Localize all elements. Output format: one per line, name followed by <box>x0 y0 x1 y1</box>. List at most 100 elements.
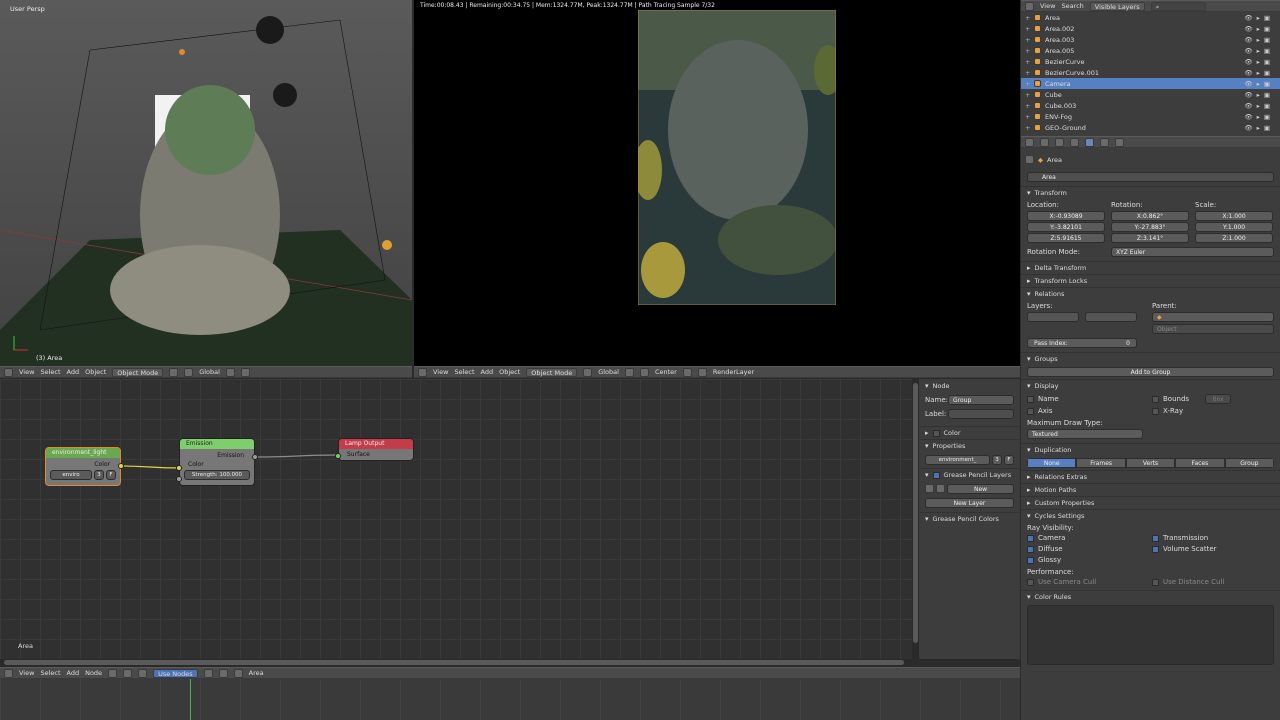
outliner-item[interactable]: + BezierCurve 👁▸▣ <box>1021 56 1280 67</box>
display-panel-header[interactable]: Display <box>1021 379 1280 392</box>
group-users[interactable]: 3 <box>94 470 104 480</box>
proportional-icon[interactable] <box>639 367 649 377</box>
editor-type-icon[interactable] <box>4 668 13 678</box>
layer-buttons-1[interactable] <box>1027 312 1079 322</box>
scene-tab-icon[interactable] <box>1055 137 1064 147</box>
lamp-output-node[interactable]: Lamp Output Surface <box>335 438 414 461</box>
max-draw-dropdown[interactable]: Textured <box>1027 429 1143 439</box>
editor-type-icon[interactable] <box>1025 137 1034 147</box>
xray-checkbox[interactable] <box>1152 407 1159 415</box>
camera-icon[interactable] <box>682 367 692 377</box>
distance-cull-option[interactable]: Use Distance Cull <box>1152 578 1272 586</box>
relations-panel-header[interactable]: Relations <box>1021 287 1280 300</box>
gp-new-layer-button[interactable]: New Layer <box>925 498 1014 508</box>
menu-select[interactable]: Select <box>40 368 60 376</box>
visibility-icons[interactable]: 👁▸▣ <box>1244 69 1274 77</box>
editor-type-icon[interactable] <box>418 367 427 377</box>
parent-type-field[interactable]: Object <box>1152 324 1274 334</box>
emission-strength-socket[interactable] <box>176 476 182 482</box>
camera-visibility[interactable]: Camera <box>1027 534 1152 542</box>
scale-z[interactable]: Z: 1.000 <box>1195 233 1273 243</box>
scale-y[interactable]: Y: 1.000 <box>1195 222 1273 232</box>
pin-icon[interactable] <box>203 668 213 678</box>
node-color-panel[interactable]: Color <box>919 426 1020 439</box>
menu-select[interactable]: Select <box>40 669 60 677</box>
camera-checkbox[interactable] <box>1027 534 1034 542</box>
rotation-y[interactable]: Y: -27.883° <box>1111 222 1189 232</box>
menu-view[interactable]: View <box>433 368 448 376</box>
timeline[interactable] <box>0 679 1020 720</box>
transform-locks-panel[interactable]: Transform Locks <box>1021 274 1280 287</box>
node-panel-header[interactable]: Node <box>919 379 1020 392</box>
glossy-visibility[interactable]: Glossy <box>1027 556 1152 564</box>
visibility-icons[interactable]: 👁▸▣ <box>1244 25 1274 33</box>
gp-new-button[interactable]: New <box>947 484 1014 494</box>
mode-dropdown[interactable]: Object Mode <box>526 367 578 377</box>
pivot-icon[interactable] <box>184 367 194 377</box>
group-node[interactable]: environment_light Color enviro 3 F <box>45 447 124 486</box>
menu-add[interactable]: Add <box>67 368 80 376</box>
render-layer[interactable]: RenderLayer <box>713 368 754 376</box>
menu-view[interactable]: View <box>19 368 34 376</box>
properties-editor[interactable]: ◆ Area Area Transform Location: Rotation… <box>1021 136 1280 720</box>
editor-type-icon[interactable] <box>4 367 13 377</box>
outliner-item[interactable]: + GEO-Ground 👁▸▣ <box>1021 122 1280 133</box>
pivot-dropdown[interactable]: Center <box>655 368 677 376</box>
menu-node[interactable]: Node <box>85 669 102 677</box>
use-nodes-toggle[interactable]: Use Nodes <box>153 668 198 678</box>
duplication-panel-header[interactable]: Duplication <box>1021 443 1280 456</box>
outliner-item[interactable]: + Area.002 👁▸▣ <box>1021 23 1280 34</box>
visibility-icons[interactable]: 👁▸▣ <box>1244 113 1274 121</box>
visibility-icons[interactable]: 👁▸▣ <box>1244 58 1274 66</box>
diffuse-visibility[interactable]: Diffuse <box>1027 545 1152 553</box>
location-z[interactable]: Z: 5.91615 <box>1027 233 1105 243</box>
layers-icon[interactable] <box>225 367 235 377</box>
outliner-item[interactable]: + BezierCurve.001 👁▸▣ <box>1021 67 1280 78</box>
node-tree-name[interactable]: Area <box>249 669 264 677</box>
duplication-option-none[interactable]: None <box>1027 458 1077 468</box>
delta-transform-panel[interactable]: Delta Transform <box>1021 261 1280 274</box>
gp-scene-icon[interactable] <box>925 484 934 493</box>
outliner-item[interactable]: + Camera 👁▸▣ <box>1021 78 1280 89</box>
surface-socket[interactable] <box>335 453 341 459</box>
color-rules-panel-header[interactable]: Color Rules <box>1021 590 1280 603</box>
location-y[interactable]: Y: -3.82101 <box>1027 222 1105 232</box>
outliner-item[interactable]: + ENV-Fog 👁▸▣ <box>1021 111 1280 122</box>
volume-scatter-checkbox[interactable] <box>1152 545 1159 553</box>
3d-viewport[interactable]: User Persp (3) Area <box>0 0 412 366</box>
node-editor-scrollbar[interactable] <box>912 379 919 659</box>
duplication-option-verts[interactable]: Verts <box>1125 458 1176 468</box>
menu-view[interactable]: View <box>1040 2 1055 10</box>
outliner-item[interactable]: + Cube.003 👁▸▣ <box>1021 100 1280 111</box>
visibility-icons[interactable]: 👁▸▣ <box>1244 102 1274 110</box>
gp-colors-panel[interactable]: Grease Pencil Colors <box>919 512 1020 525</box>
display-filter[interactable]: Visible Layers <box>1089 1 1145 11</box>
node-name-field[interactable]: Group <box>948 395 1014 405</box>
orientation-dropdown[interactable]: Global <box>598 368 619 376</box>
add-to-group-button[interactable]: Add to Group <box>1027 367 1274 377</box>
object-name-field[interactable]: Area <box>1027 172 1274 182</box>
display-xray-option[interactable]: X-Ray <box>1152 407 1272 415</box>
outliner-item[interactable]: + Area.003 👁▸▣ <box>1021 34 1280 45</box>
emission-output-socket[interactable] <box>252 454 258 460</box>
texture-type-icon[interactable] <box>138 668 148 678</box>
group-color-socket[interactable] <box>118 463 124 469</box>
groups-panel-header[interactable]: Groups <box>1021 352 1280 365</box>
node-group-field[interactable]: environment_ <box>925 455 990 465</box>
rotation-mode-dropdown[interactable]: XYZ Euler <box>1111 247 1274 257</box>
shading-icon[interactable] <box>583 367 593 377</box>
node-editor-hscrollbar[interactable] <box>0 659 912 667</box>
pass-index-field[interactable]: Pass Index: 0 <box>1027 338 1137 348</box>
menu-view[interactable]: View <box>19 669 34 677</box>
scale-x[interactable]: X: 1.000 <box>1195 211 1273 221</box>
group-fake-user[interactable]: F <box>106 470 116 480</box>
shader-type-icon[interactable] <box>108 668 118 678</box>
bounds-type-dropdown[interactable]: Box <box>1205 394 1232 404</box>
transform-panel-header[interactable]: Transform <box>1021 186 1280 199</box>
glossy-checkbox[interactable] <box>1027 556 1034 564</box>
node-label-field[interactable] <box>948 409 1014 419</box>
shading-icon[interactable] <box>169 367 179 377</box>
render-viewport[interactable]: Time:00:08.43 | Remaining:00:34.75 | Mem… <box>414 0 1020 366</box>
rotation-z[interactable]: Z: 3.141° <box>1111 233 1189 243</box>
transmission-checkbox[interactable] <box>1152 534 1159 542</box>
